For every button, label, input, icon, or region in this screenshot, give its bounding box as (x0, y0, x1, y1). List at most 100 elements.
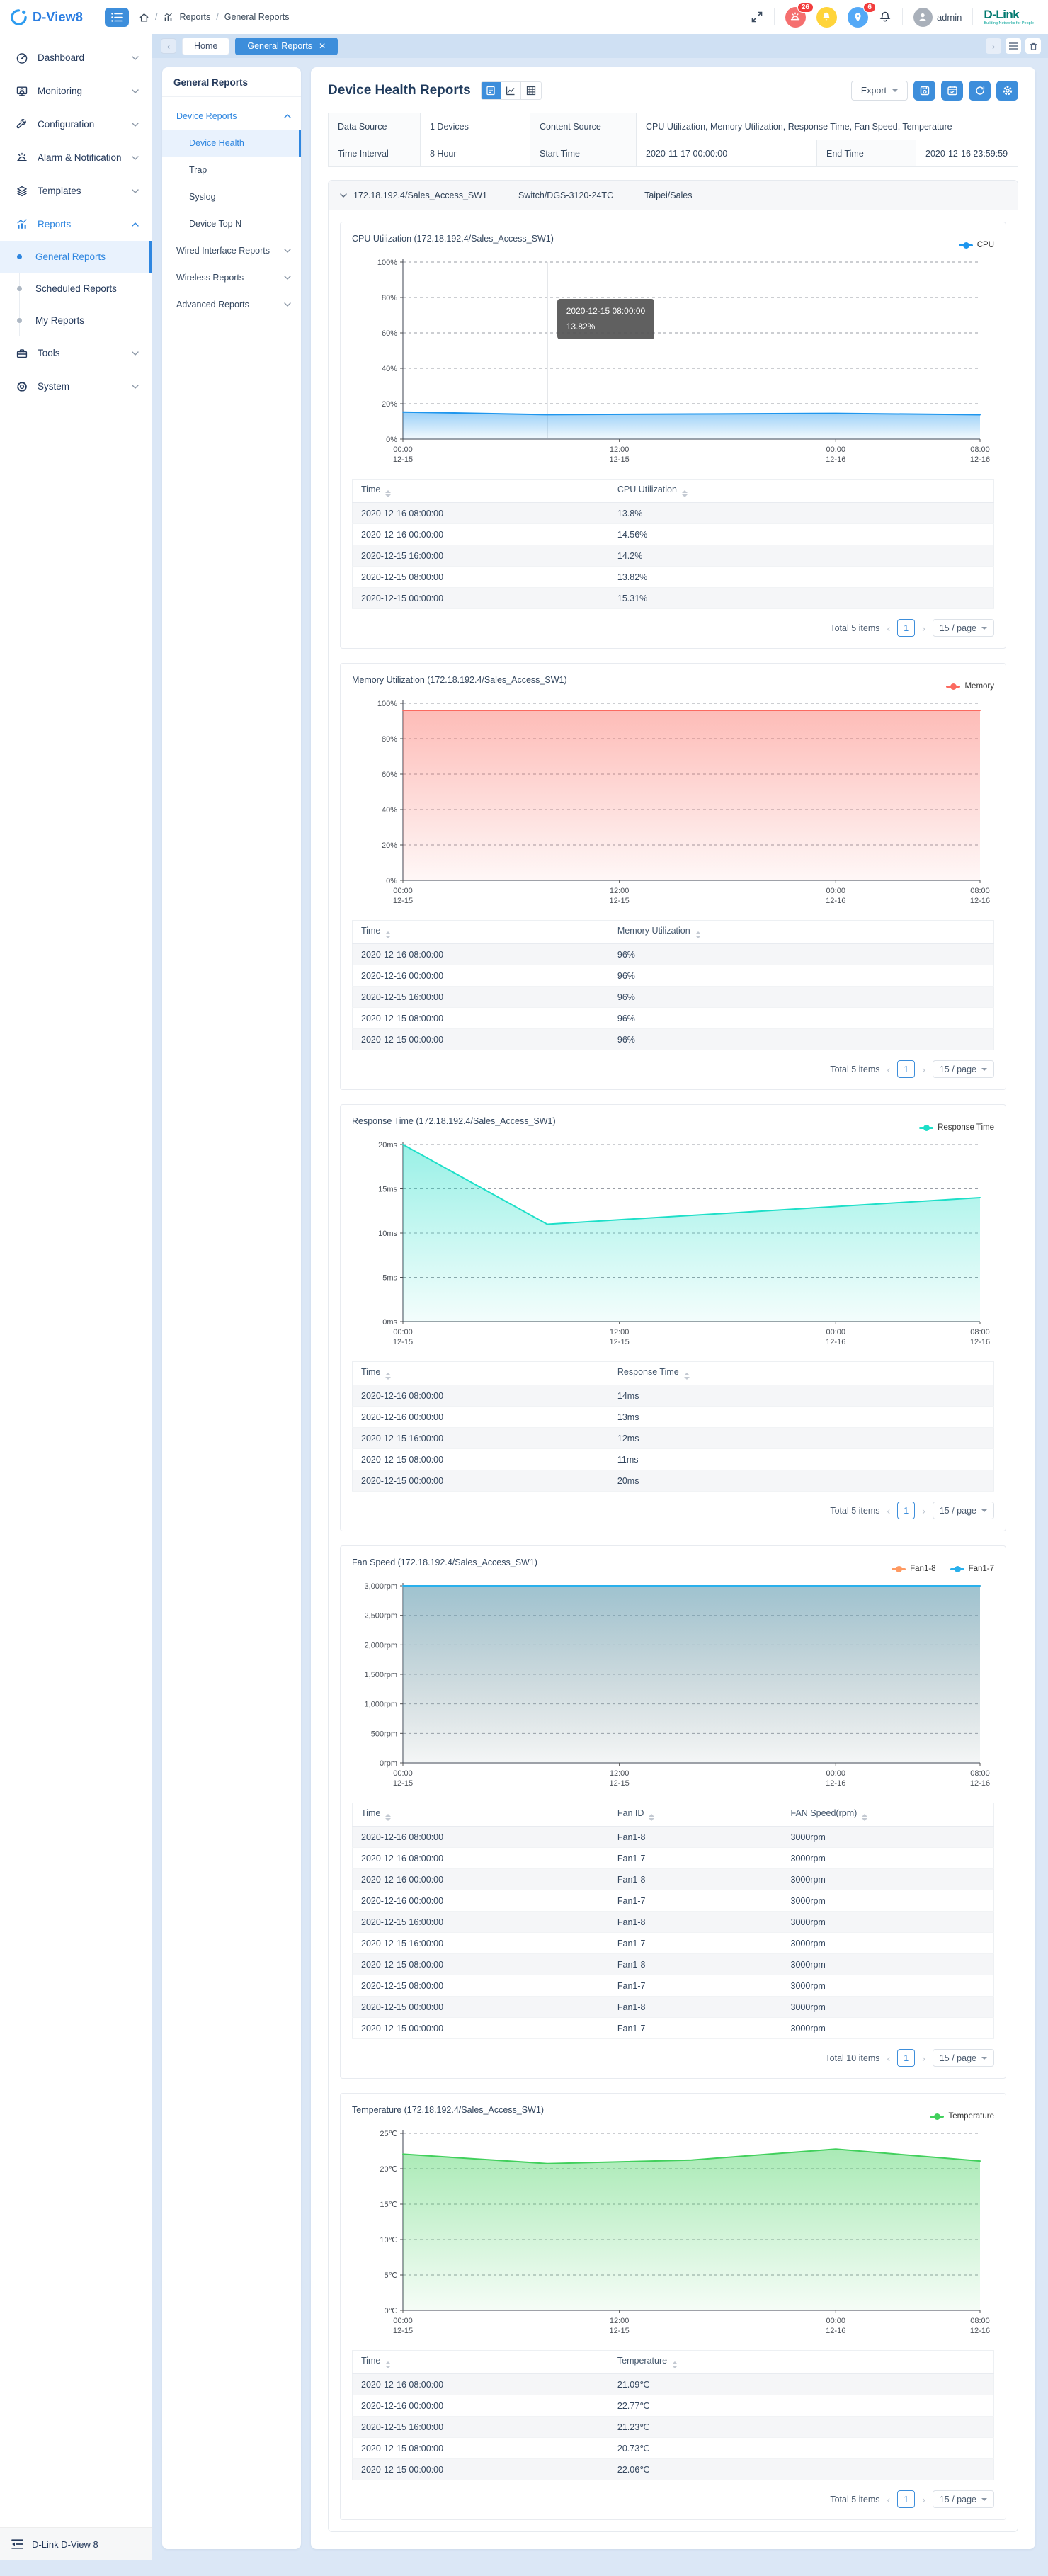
svg-text:80%: 80% (382, 735, 397, 744)
sidebar-item-my-reports[interactable]: My Reports (0, 305, 152, 336)
column-header-time[interactable]: Time (353, 480, 609, 503)
column-header-time[interactable]: Time (353, 1362, 609, 1385)
column-header-memory-utilization[interactable]: Memory Utilization (609, 921, 994, 944)
tab-list-button[interactable] (1006, 38, 1021, 54)
page-size-select[interactable]: 15 / page (933, 619, 994, 637)
page-number-button[interactable]: 1 (897, 1502, 915, 1519)
page-size-select[interactable]: 15 / page (933, 2490, 994, 2508)
notification-bell-icon[interactable] (879, 11, 892, 23)
next-page-button[interactable]: › (922, 2053, 925, 2064)
prev-page-button[interactable]: ‹ (887, 623, 891, 634)
svg-text:15℃: 15℃ (380, 2201, 397, 2209)
chart-fan: 0rpm500rpm1,000rpm1,500rpm2,000rpm2,500r… (352, 1576, 993, 1795)
column-header-response-time[interactable]: Response Time (609, 1362, 994, 1385)
column-header-temperature[interactable]: Temperature (609, 2351, 994, 2374)
tab-home[interactable]: Home (182, 38, 229, 55)
svg-text:12-15: 12-15 (393, 455, 413, 464)
calendar-check-icon (947, 85, 958, 96)
column-header-cpu-utilization[interactable]: CPU Utilization (609, 480, 994, 503)
table-cell: 2020-12-15 00:00:00 (353, 588, 609, 609)
column-header-time[interactable]: Time (353, 2351, 609, 2374)
settings-button[interactable] (996, 81, 1018, 101)
prev-page-button[interactable]: ‹ (887, 1505, 891, 1516)
sidebar-item-alarm-notification[interactable]: Alarm & Notification (0, 141, 152, 174)
warning-alarm-button[interactable] (816, 7, 837, 28)
tab-scroll-left-button[interactable]: ‹ (161, 38, 176, 54)
close-tab-icon[interactable]: ✕ (319, 42, 326, 50)
tab-general-reports-label: General Reports (247, 41, 312, 51)
legend-item-fan1-8[interactable]: Fan1-8 (892, 1565, 935, 1573)
prev-page-button[interactable]: ‹ (887, 2053, 891, 2064)
page-number-button[interactable]: 1 (897, 2490, 915, 2508)
user-menu[interactable]: admin (913, 8, 962, 27)
sidebar-item-general-reports[interactable]: General Reports (0, 241, 152, 273)
export-button[interactable]: Export (851, 81, 908, 101)
tree-group-device-reports[interactable]: Device Reports (162, 103, 301, 130)
tree-group-wireless-reports[interactable]: Wireless Reports (162, 264, 301, 291)
table-cell: 21.09℃ (609, 2374, 994, 2395)
column-header-time[interactable]: Time (353, 921, 609, 944)
page-number-button[interactable]: 1 (897, 1060, 915, 1078)
tree-group-advanced-reports[interactable]: Advanced Reports (162, 291, 301, 318)
fullscreen-icon[interactable] (751, 11, 763, 23)
location-alerts-button[interactable]: 6 (848, 7, 868, 28)
view-report-toggle[interactable] (482, 82, 501, 99)
tree-group-wired-interface-reports[interactable]: Wired Interface Reports (162, 237, 301, 264)
page-size-select[interactable]: 15 / page (933, 2049, 994, 2067)
sidebar-toggle-button[interactable] (105, 8, 129, 27)
sidebar-item-monitoring[interactable]: Monitoring (0, 74, 152, 108)
home-icon[interactable] (139, 12, 149, 23)
next-page-button[interactable]: › (922, 1064, 925, 1075)
sidebar-item-reports[interactable]: Reports (0, 208, 152, 241)
legend-item-response-time[interactable]: Response Time (919, 1123, 994, 1132)
tab-scroll-right-button[interactable]: › (986, 38, 1001, 54)
sidebar-item-system[interactable]: System (0, 370, 152, 403)
legend-item-memory[interactable]: Memory (946, 682, 994, 691)
breadcrumb-reports[interactable]: Reports (179, 12, 210, 22)
view-table-toggle[interactable] (521, 82, 541, 99)
dview8-logo-icon (10, 8, 28, 26)
tree-item-device-top-n[interactable]: Device Top N (162, 210, 301, 237)
critical-alarm-button[interactable]: 26 (785, 7, 806, 28)
svg-text:12-15: 12-15 (393, 1338, 413, 1346)
legend-label: Memory (964, 682, 994, 691)
alarm-icon (16, 152, 28, 164)
legend-item-temperature[interactable]: Temperature (930, 2112, 994, 2121)
prev-page-button[interactable]: ‹ (887, 1064, 891, 1075)
legend-item-cpu[interactable]: CPU (959, 241, 994, 249)
pagination-memory: Total 5 items ‹ 1 › 15 / page (352, 1060, 994, 1078)
page-size-select[interactable]: 15 / page (933, 1502, 994, 1519)
device-group-header[interactable]: 172.18.192.4/Sales_Access_SW1 Switch/DGS… (329, 181, 1018, 210)
chevron-down-icon (981, 627, 987, 630)
sidebar-item-configuration[interactable]: Configuration (0, 108, 152, 141)
tree-item-trap[interactable]: Trap (162, 157, 301, 183)
tree-item-device-health[interactable]: Device Health (162, 130, 301, 157)
sidebar-item-dashboard[interactable]: Dashboard (0, 41, 152, 74)
save-report-button[interactable] (913, 81, 935, 101)
page-number-button[interactable]: 1 (897, 619, 915, 637)
column-header-time[interactable]: Time (353, 1803, 609, 1827)
column-header-fan-speed-rpm-[interactable]: FAN Speed(rpm) (782, 1803, 994, 1827)
svg-text:0℃: 0℃ (385, 2307, 397, 2315)
svg-text:40%: 40% (382, 806, 397, 815)
sidebar-item-templates[interactable]: Templates (0, 174, 152, 208)
collapse-sidebar-icon[interactable] (11, 2539, 23, 2549)
refresh-button[interactable] (969, 81, 991, 101)
view-chart-toggle[interactable] (501, 82, 521, 99)
prev-page-button[interactable]: ‹ (887, 2494, 891, 2505)
svg-text:12-16: 12-16 (970, 1338, 990, 1346)
next-page-button[interactable]: › (922, 623, 925, 634)
next-page-button[interactable]: › (922, 2494, 925, 2505)
tree-item-syslog[interactable]: Syslog (162, 183, 301, 210)
sidebar-item-tools[interactable]: Tools (0, 336, 152, 370)
column-header-fan-id[interactable]: Fan ID (609, 1803, 782, 1827)
page-number-button[interactable]: 1 (897, 2049, 915, 2067)
table-cell: 3000rpm (782, 1954, 994, 1975)
schedule-report-button[interactable] (941, 81, 963, 101)
legend-item-fan1-7[interactable]: Fan1-7 (950, 1565, 994, 1573)
next-page-button[interactable]: › (922, 1505, 925, 1516)
sidebar-item-scheduled-reports[interactable]: Scheduled Reports (0, 273, 152, 305)
close-all-tabs-button[interactable] (1025, 38, 1041, 54)
page-size-select[interactable]: 15 / page (933, 1060, 994, 1078)
tab-general-reports[interactable]: General Reports ✕ (235, 38, 338, 55)
